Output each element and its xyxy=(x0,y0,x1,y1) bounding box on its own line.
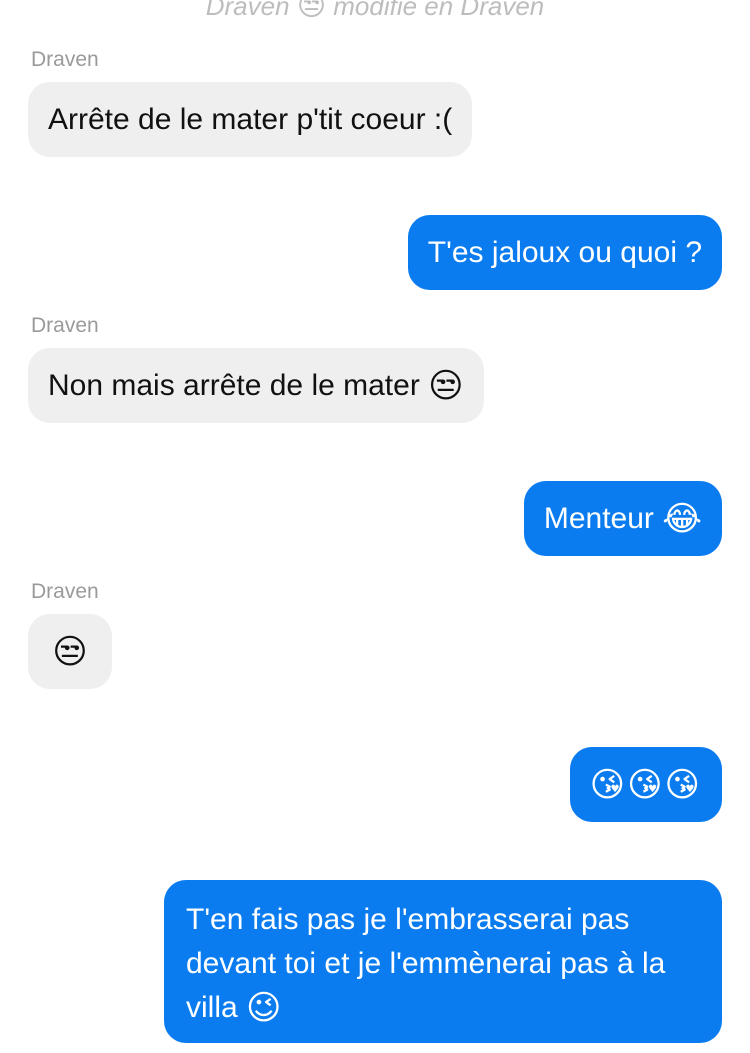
message-bubble-outgoing[interactable]: Menteur 😂 xyxy=(523,481,722,556)
kissing-face-icon: 😘😘😘 xyxy=(589,766,702,804)
message-bubble-incoming[interactable]: 😒 xyxy=(28,614,112,689)
message-bubble-incoming[interactable]: Arrête de le mater p'tit coeur :( xyxy=(28,82,473,157)
winking-face-icon: 😉 xyxy=(246,989,282,1027)
notice-text: modifié en Draven xyxy=(333,0,545,21)
message-bubble-outgoing[interactable]: T'es jaloux ou quoi ? xyxy=(407,215,722,290)
message-text: Arrête de le mater p'tit coeur :( xyxy=(48,103,453,136)
message-text: Menteur xyxy=(543,502,654,535)
message-bubble-incoming[interactable]: Non mais arrête de le mater 😒 xyxy=(28,348,484,423)
tears-of-joy-icon: 😂 xyxy=(662,500,702,538)
sender-name: Draven xyxy=(31,580,99,603)
unamused-face-icon: 😒 xyxy=(428,367,464,405)
message-bubble-outgoing[interactable]: T'en fais pas je l'embrasserai pas devan… xyxy=(164,880,722,1043)
message-bubble-outgoing[interactable]: 😘😘😘 xyxy=(569,747,722,822)
nickname-change-notice: Draven 😒 modifié en Draven xyxy=(0,0,750,22)
unamused-face-icon: 😒 xyxy=(296,0,327,21)
message-text: Non mais arrête de le mater xyxy=(48,369,420,402)
sender-name: Draven xyxy=(31,48,99,71)
unamused-face-icon: 😒 xyxy=(52,633,88,671)
message-text: T'es jaloux ou quoi ? xyxy=(427,236,702,269)
notice-old-name: Draven xyxy=(205,0,290,21)
sender-name: Draven xyxy=(31,314,99,337)
